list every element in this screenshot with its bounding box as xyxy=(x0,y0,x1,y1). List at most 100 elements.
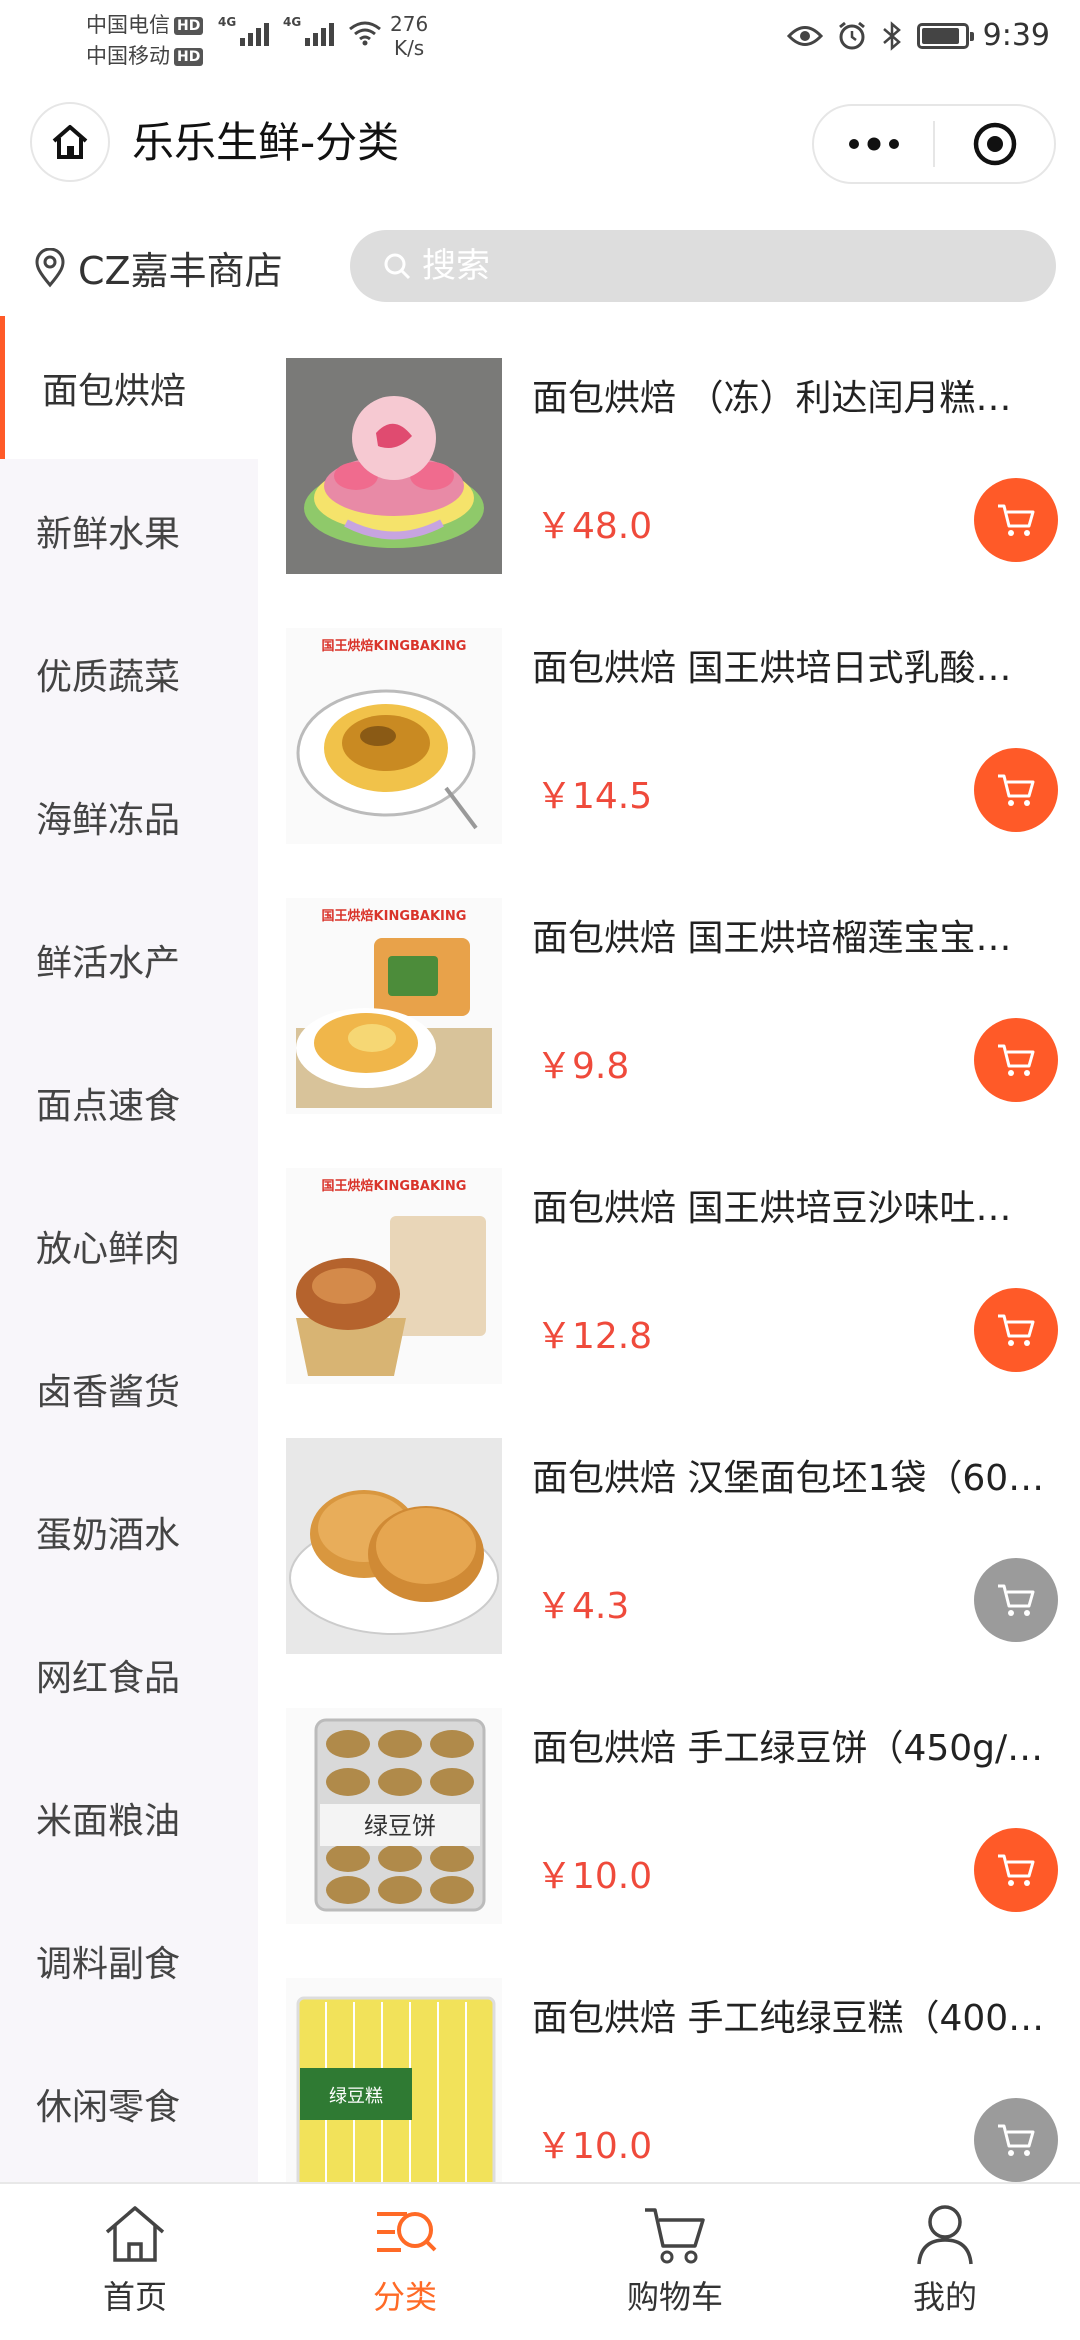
product-image-brand: 国王烘焙KINGBAKING xyxy=(322,908,467,924)
product-name: 面包烘焙 国王烘培豆沙味吐… xyxy=(532,1188,1012,1229)
category-item[interactable]: 面包烘焙 xyxy=(0,316,258,459)
search-input[interactable] xyxy=(422,246,1022,286)
product-item[interactable]: 国王烘焙KINGBAKING 面包烘焙 国王烘培榴莲宝宝… ￥9.8 xyxy=(258,856,1080,1126)
cart-icon xyxy=(998,504,1035,536)
product-name: 面包烘焙 汉堡面包坯1袋（60… xyxy=(532,1458,1045,1499)
category-item[interactable]: 网红食品 xyxy=(0,1603,258,1746)
network-type: 4G xyxy=(283,15,302,29)
product-name: 面包烘焙 手工纯绿豆糕（400… xyxy=(532,1998,1045,2039)
product-name: 面包烘焙 国王烘培日式乳酸… xyxy=(532,648,1012,689)
add-to-cart-button[interactable] xyxy=(974,1288,1058,1372)
product-image[interactable]: 绿豆饼 xyxy=(286,1708,502,1924)
clock: 9:39 xyxy=(982,18,1050,53)
add-to-cart-button[interactable] xyxy=(974,1018,1058,1102)
category-item[interactable]: 卤香酱货 xyxy=(0,1317,258,1460)
product-price: ￥48.0 xyxy=(536,506,653,547)
store-name: CZ嘉丰商店 xyxy=(78,249,283,293)
product-price: ￥14.5 xyxy=(536,776,653,817)
category-item[interactable]: 新鲜水果 xyxy=(0,459,258,602)
product-image[interactable]: 国王烘焙KINGBAKING xyxy=(286,1168,502,1384)
product-item[interactable]: 绿豆糕 面包烘焙 手工纯绿豆糕（400… ￥10.0 xyxy=(258,1936,1080,2182)
network-speed: 276 K/s xyxy=(390,12,428,60)
tab-cart[interactable]: 购物车 xyxy=(540,2184,810,2340)
status-bar: 中国电信 HD 中国移动 HD 4G 4G 276 K/s 9:39 xyxy=(0,0,1080,86)
product-item[interactable]: 面包烘焙 （冻）利达闰月糕… ￥48.0 xyxy=(258,316,1080,586)
add-to-cart-button[interactable] xyxy=(974,748,1058,832)
cart-icon xyxy=(998,1854,1035,1886)
target-icon xyxy=(973,122,1016,166)
category-item[interactable]: 海鲜冻品 xyxy=(0,745,258,888)
cart-icon xyxy=(998,774,1035,806)
tab-label: 分类 xyxy=(372,2278,437,2316)
hd-badge: HD xyxy=(174,16,204,35)
product-name: 面包烘焙 国王烘培榴莲宝宝… xyxy=(532,918,1012,959)
cart-outline-icon xyxy=(645,2208,705,2264)
network-type: 4G xyxy=(218,15,237,29)
category-label: 米面粮油 xyxy=(36,1800,181,1842)
category-item[interactable]: 优质蔬菜 xyxy=(0,602,258,745)
category-label: 网红食品 xyxy=(36,1657,181,1699)
product-image[interactable] xyxy=(286,1438,502,1654)
alarm-icon xyxy=(838,21,865,49)
product-price: ￥10.0 xyxy=(536,2126,653,2167)
tab-label: 首页 xyxy=(102,2278,167,2316)
add-to-cart-button[interactable] xyxy=(974,478,1058,562)
carrier-2: 中国移动 xyxy=(86,44,170,68)
category-label: 蛋奶酒水 xyxy=(36,1514,181,1556)
category-label: 新鲜水果 xyxy=(36,513,181,555)
category-label: 调料副食 xyxy=(36,1943,181,1985)
product-price: ￥9.8 xyxy=(536,1046,630,1087)
signal-icon: 4G xyxy=(283,15,334,46)
product-image[interactable]: 国王烘焙KINGBAKING xyxy=(286,628,502,844)
home-button[interactable] xyxy=(30,102,110,182)
add-to-cart-button[interactable] xyxy=(974,2098,1058,2182)
add-to-cart-button[interactable] xyxy=(974,1828,1058,1912)
more-dots-icon xyxy=(848,137,899,151)
more-button[interactable] xyxy=(814,106,933,182)
category-label: 鲜活水产 xyxy=(36,942,181,984)
tab-label: 购物车 xyxy=(626,2278,723,2316)
miniprogram-capsule xyxy=(812,104,1056,184)
product-image[interactable]: 绿豆糕 xyxy=(286,1978,502,2182)
product-name: 面包烘焙 （冻）利达闰月糕… xyxy=(532,378,1012,419)
status-icons: 9:39 xyxy=(786,18,1050,53)
category-item[interactable]: 米面粮油 xyxy=(0,1746,258,1889)
product-image-brand: 国王烘焙KINGBAKING xyxy=(322,1178,467,1194)
category-item[interactable]: 面点速食 xyxy=(0,1031,258,1174)
cart-icon xyxy=(998,1314,1035,1346)
close-miniprogram-button[interactable] xyxy=(935,106,1054,182)
product-name: 面包烘焙 手工绿豆饼（450g/… xyxy=(532,1728,1044,1769)
add-to-cart-button[interactable] xyxy=(974,1558,1058,1642)
product-item[interactable]: 国王烘焙KINGBAKING 面包烘焙 国王烘培豆沙味吐… ￥12.8 xyxy=(258,1126,1080,1396)
category-sidebar: 面包烘焙 新鲜水果 优质蔬菜 海鲜冻品 鲜活水产 面点速食 放心鲜肉 卤香酱货 … xyxy=(0,316,258,2182)
category-item[interactable]: 调料副食 xyxy=(0,1889,258,2032)
product-list: 面包烘焙 （冻）利达闰月糕… ￥48.0 国王烘焙KINGBAKING 面包烘焙… xyxy=(258,316,1080,2182)
product-price: ￥10.0 xyxy=(536,1856,653,1897)
category-item[interactable]: 休闲零食 xyxy=(0,2032,258,2175)
speed-unit: K/s xyxy=(393,36,425,60)
product-item[interactable]: 绿豆饼 面包烘焙 手工绿豆饼（450g/… ￥10.0 xyxy=(258,1666,1080,1936)
category-item[interactable]: 鲜活水产 xyxy=(0,888,258,1031)
search-bar[interactable] xyxy=(350,230,1056,302)
store-selector[interactable]: CZ嘉丰商店 xyxy=(34,240,283,295)
product-image-label: 绿豆饼 xyxy=(364,1812,436,1840)
tab-home[interactable]: 首页 xyxy=(0,2184,270,2340)
category-search-icon xyxy=(377,2212,437,2252)
category-item[interactable]: 蛋奶酒水 xyxy=(0,1460,258,1603)
product-image-brand: 国王烘焙KINGBAKING xyxy=(322,638,467,654)
page-title: 乐乐生鲜-分类 xyxy=(132,118,400,167)
product-item[interactable]: 面包烘焙 汉堡面包坯1袋（60… ￥4.3 xyxy=(258,1396,1080,1666)
product-item[interactable]: 国王烘焙KINGBAKING 面包烘焙 国王烘培日式乳酸… ￥14.5 xyxy=(258,586,1080,856)
category-item[interactable]: 放心鲜肉 xyxy=(0,1174,258,1317)
tab-category[interactable]: 分类 xyxy=(270,2184,540,2340)
home-outline-icon xyxy=(105,2206,165,2262)
product-image[interactable]: 国王烘焙KINGBAKING xyxy=(286,898,502,1114)
speed-value: 276 xyxy=(390,12,429,36)
category-label: 优质蔬菜 xyxy=(36,656,181,698)
category-label: 海鲜冻品 xyxy=(36,799,181,841)
product-image-label: 绿豆糕 xyxy=(329,2086,383,2107)
product-price: ￥12.8 xyxy=(536,1316,653,1357)
home-icon xyxy=(52,125,88,159)
tab-me[interactable]: 我的 xyxy=(810,2184,1080,2340)
product-image[interactable] xyxy=(286,358,502,574)
